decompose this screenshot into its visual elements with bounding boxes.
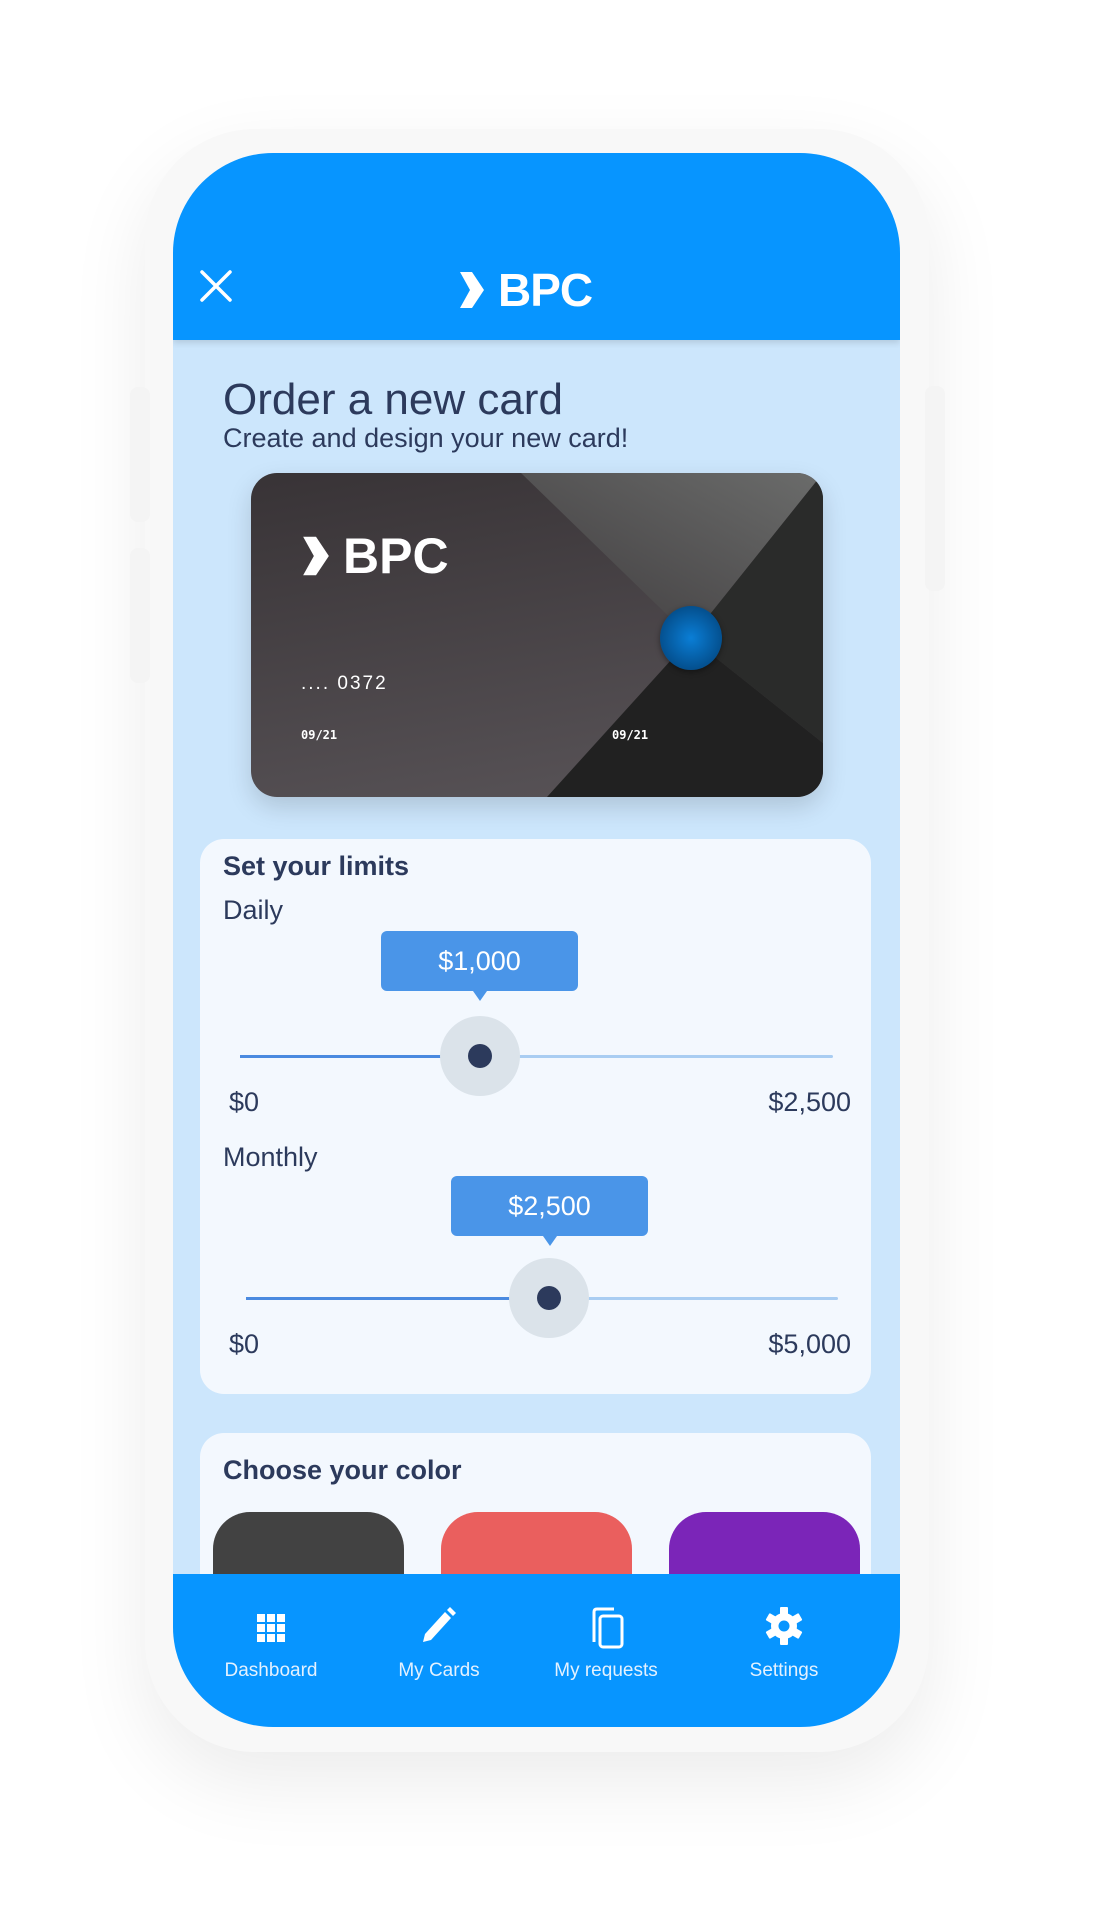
page-subtitle: Create and design your new card! <box>223 423 629 453</box>
colors-title: Choose your color <box>223 1455 462 1485</box>
nav-my-requests[interactable]: My requests <box>526 1574 686 1727</box>
chevron-logo-icon <box>303 536 329 576</box>
card-chip <box>660 606 722 670</box>
monthly-value-tooltip: $2,500 <box>451 1176 648 1246</box>
daily-min: $0 <box>229 1087 260 1117</box>
daily-label: Daily <box>223 895 284 925</box>
chevron-logo-icon <box>460 272 484 308</box>
monthly-slider-thumb[interactable] <box>537 1286 561 1310</box>
monthly-slider-fill <box>246 1297 542 1300</box>
card-expiry: 09/21 <box>301 728 338 742</box>
monthly-max: $5,000 <box>768 1329 851 1359</box>
daily-slider-thumb[interactable] <box>468 1044 492 1068</box>
bottom-nav: Dashboard My Cards My requests Settings <box>173 1574 900 1727</box>
nav-label: Dashboard <box>224 1660 318 1681</box>
nav-dashboard[interactable]: Dashboard <box>191 1574 351 1727</box>
card-logo-text: BPC <box>343 528 449 584</box>
daily-slider-track[interactable] <box>240 1055 833 1058</box>
nav-label: Settings <box>749 1660 819 1681</box>
monthly-min: $0 <box>229 1329 260 1359</box>
copy-icon <box>592 1607 624 1649</box>
limits-title: Set your limits <box>223 851 410 881</box>
pencil-icon <box>423 1607 456 1642</box>
logo-text: BPC <box>498 264 593 316</box>
card-background <box>521 473 823 797</box>
grid-icon <box>257 1614 285 1642</box>
card-logo: BPC <box>301 527 449 585</box>
card-preview: BPC .... 0372 09/21 09/21 <box>251 473 823 797</box>
nav-my-cards[interactable]: My Cards <box>359 1574 519 1727</box>
app-header: BPC <box>173 153 900 340</box>
close-icon[interactable] <box>199 269 233 303</box>
nav-settings[interactable]: Settings <box>704 1574 864 1727</box>
phone-side-button <box>130 387 150 522</box>
phone-screen: BPC Order a new card Create and design y… <box>173 153 900 1727</box>
phone-side-button <box>130 548 150 683</box>
page-title: Order a new card <box>223 375 563 424</box>
card-number: .... 0372 <box>301 673 388 694</box>
gear-icon <box>765 1607 803 1645</box>
nav-label: My requests <box>554 1660 658 1681</box>
daily-value-tooltip: $1,000 <box>381 931 578 1001</box>
daily-max: $2,500 <box>768 1087 851 1117</box>
limits-panel: Set your limits Daily $1,000 $0 $2,500 M… <box>200 839 871 1394</box>
monthly-label: Monthly <box>223 1142 318 1172</box>
nav-label: My Cards <box>398 1660 480 1681</box>
phone-side-button <box>925 386 945 591</box>
card-expiry: 09/21 <box>612 728 649 742</box>
bpc-logo: BPC <box>458 263 593 317</box>
